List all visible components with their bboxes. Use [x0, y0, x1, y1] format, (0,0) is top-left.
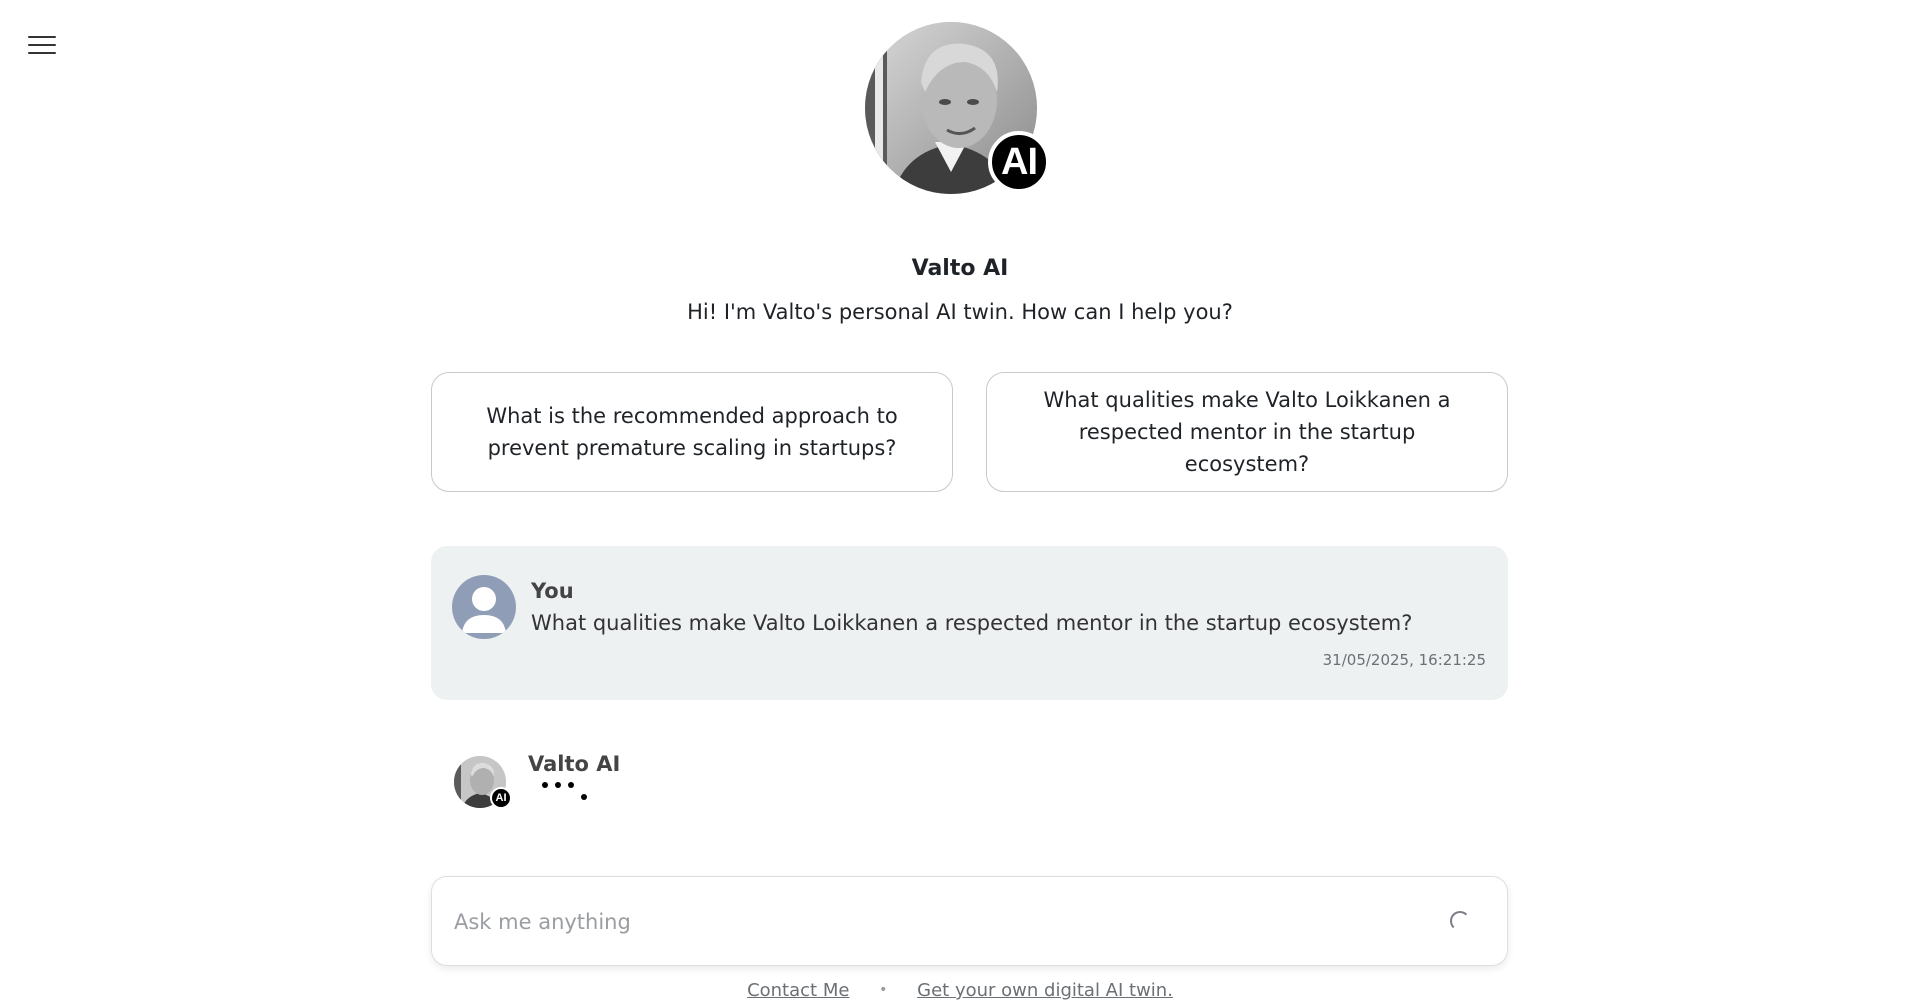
message-sender: Valto AI [528, 752, 621, 776]
hamburger-menu-icon[interactable] [28, 34, 58, 58]
ai-badge-icon: AI [490, 787, 512, 809]
chat-input[interactable] [452, 899, 1416, 945]
loading-spinner-icon [1450, 911, 1470, 931]
footer-separator: • [879, 982, 888, 998]
chat-composer [431, 876, 1508, 966]
typing-indicator-icon [540, 780, 600, 804]
assistant-name: Valto AI [911, 256, 1009, 281]
user-avatar-icon [452, 575, 516, 639]
suggestion-card[interactable]: What qualities make Valto Loikkanen a re… [986, 372, 1508, 492]
contact-link[interactable]: Contact Me [747, 980, 849, 1001]
message-timestamp: 31/05/2025, 16:21:25 [1322, 651, 1486, 669]
assistant-greeting: Hi! I'm Valto's personal AI twin. How ca… [687, 300, 1233, 324]
promo-link[interactable]: Get your own digital AI twin. [917, 980, 1173, 1001]
user-message: You What qualities make Valto Loikkanen … [431, 546, 1508, 700]
message-text: What qualities make Valto Loikkanen a re… [531, 611, 1413, 635]
footer: Contact Me • Get your own digital AI twi… [0, 980, 1920, 1001]
suggestion-card[interactable]: What is the recommended approach to prev… [431, 372, 953, 492]
message-sender: You [531, 579, 574, 603]
ai-badge-icon: AI [988, 131, 1050, 193]
